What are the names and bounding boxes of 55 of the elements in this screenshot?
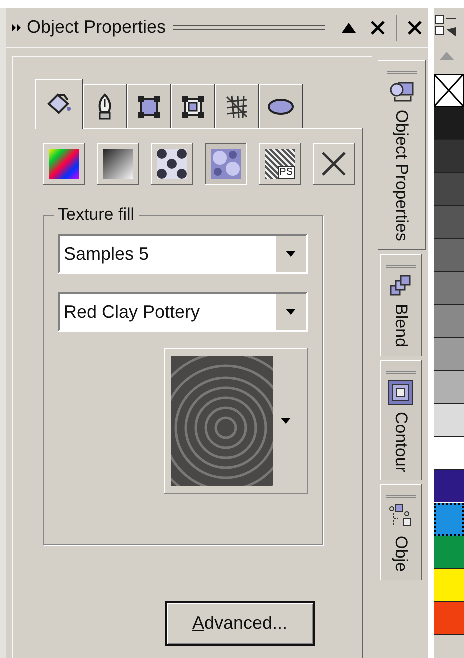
color-spectrum-icon [49, 149, 79, 179]
collapse-icon[interactable] [342, 22, 356, 32]
color-swatch[interactable] [434, 239, 464, 272]
mesh-grid-icon [224, 94, 250, 120]
fill-type-button[interactable]: PS [259, 143, 301, 185]
color-swatch[interactable] [434, 305, 464, 338]
color-swatch[interactable] [434, 437, 464, 470]
color-swatch[interactable] [434, 206, 464, 239]
texture-dropdown[interactable]: Red Clay Pottery [58, 292, 308, 332]
window-title: Object Properties [27, 16, 166, 39]
rectangle-handles-icon [137, 94, 161, 118]
color-swatch[interactable] [434, 107, 464, 140]
color-swatch[interactable] [434, 338, 464, 371]
color-swatch[interactable] [434, 272, 464, 305]
caret-icon [280, 418, 290, 424]
color-swatch[interactable] [434, 569, 464, 602]
side-tab[interactable]: Object Properties [378, 60, 426, 250]
double-arrow-icon [12, 24, 22, 32]
color-swatch[interactable] [434, 173, 464, 206]
color-swatch[interactable] [434, 404, 464, 437]
property-tab[interactable] [127, 84, 171, 128]
property-tab[interactable] [171, 84, 215, 128]
color-swatch[interactable] [434, 602, 464, 635]
postscript-icon: PS [265, 149, 295, 179]
fill-type-button[interactable] [205, 143, 247, 185]
texture-preview-button[interactable] [164, 348, 308, 494]
color-swatch[interactable] [434, 536, 464, 569]
property-tab[interactable] [35, 79, 83, 129]
side-tab[interactable]: Contour [380, 360, 422, 480]
color-swatch[interactable] [434, 503, 464, 536]
caret-icon [286, 309, 296, 315]
close-icon[interactable] [371, 20, 385, 34]
ellipse-icon [267, 96, 295, 116]
advanced-button[interactable]: Advanced... [165, 601, 315, 646]
color-swatch[interactable] [434, 470, 464, 503]
close-icon[interactable] [408, 20, 422, 34]
texture-swatch-icon [211, 149, 241, 179]
properties-icon [388, 80, 414, 104]
palette-menu-icon[interactable] [434, 14, 458, 38]
nested-rectangle-icon [181, 94, 205, 118]
gradient-swatch-icon [103, 149, 133, 179]
property-tab[interactable] [259, 84, 303, 128]
library-dropdown[interactable]: Samples 5 [58, 234, 308, 274]
side-tab[interactable]: Blend [380, 254, 422, 356]
color-swatch[interactable] [434, 140, 464, 173]
no-color-swatch[interactable] [434, 74, 464, 107]
concentric-squares-icon [388, 380, 414, 406]
stacked-squares-icon [389, 274, 413, 298]
property-tab[interactable] [83, 84, 127, 128]
side-tab[interactable]: Obje [380, 484, 422, 580]
checker-pattern-icon [157, 149, 187, 179]
close-icon [320, 150, 348, 178]
caret-icon [286, 251, 296, 257]
color-swatch[interactable] [434, 371, 464, 404]
property-tab[interactable] [215, 84, 259, 128]
